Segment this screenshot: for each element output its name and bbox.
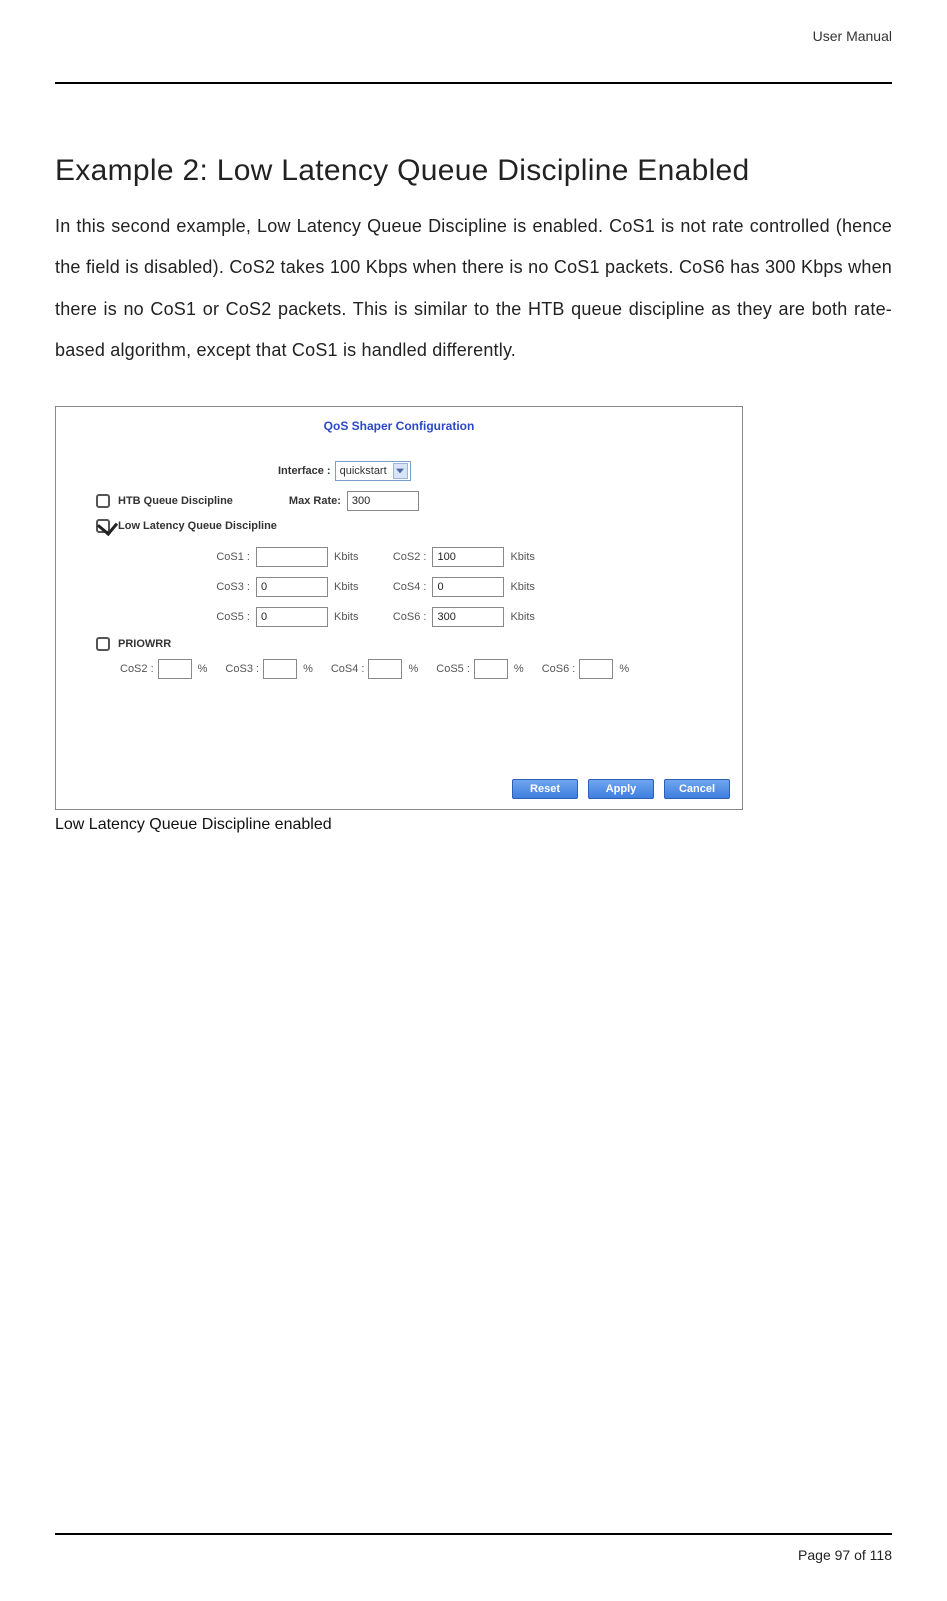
cos5-input[interactable]	[256, 607, 328, 627]
maxrate-input[interactable]	[347, 491, 419, 511]
cos4-label: CoS4 :	[376, 581, 426, 593]
htb-label: HTB Queue Discipline	[118, 495, 233, 507]
footer-total: 118	[870, 1547, 892, 1563]
prio-cos5-input[interactable]	[474, 659, 508, 679]
prio-cos6-input[interactable]	[579, 659, 613, 679]
reset-button[interactable]: Reset	[512, 779, 578, 799]
cos1-input[interactable]	[256, 547, 328, 567]
footer-prefix: Page	[798, 1547, 835, 1563]
figure-caption: Low Latency Queue Discipline enabled	[55, 816, 743, 834]
cos4-input[interactable]	[432, 577, 504, 597]
cos3-unit: Kbits	[334, 581, 358, 593]
interface-select[interactable]: quickstart	[335, 461, 411, 481]
cos1-unit: Kbits	[334, 551, 358, 563]
prio-cos4-unit: %	[408, 663, 418, 675]
interface-select-value: quickstart	[340, 465, 387, 477]
footer-mid: of	[850, 1547, 869, 1563]
prio-cos4-label: CoS4 :	[331, 663, 365, 675]
chevron-down-icon	[393, 463, 408, 479]
footer-current: 97	[835, 1547, 851, 1563]
cos6-input[interactable]	[432, 607, 504, 627]
cos-grid: CoS1 : Kbits CoS2 : Kbits CoS3 : Kbits C…	[68, 547, 730, 627]
section-title: Example 2: Low Latency Queue Discipline …	[55, 154, 892, 188]
priowrr-checkbox[interactable]	[96, 637, 110, 651]
cos5-label: CoS5 :	[200, 611, 250, 623]
cos3-label: CoS3 :	[200, 581, 250, 593]
prio-cos6-label: CoS6 :	[542, 663, 576, 675]
prio-cos3-unit: %	[303, 663, 313, 675]
cos6-unit: Kbits	[510, 611, 534, 623]
priowrr-label: PRIOWRR	[118, 638, 171, 650]
cancel-button[interactable]: Cancel	[664, 779, 730, 799]
figure-title: QoS Shaper Configuration	[68, 419, 730, 433]
prio-cos4-input[interactable]	[368, 659, 402, 679]
prio-cos5-label: CoS5 :	[436, 663, 470, 675]
low-latency-label: Low Latency Queue Discipline	[118, 520, 277, 532]
prio-cos2-input[interactable]	[158, 659, 192, 679]
cos5-unit: Kbits	[334, 611, 358, 623]
cos4-unit: Kbits	[510, 581, 534, 593]
cos2-label: CoS2 :	[376, 551, 426, 563]
priowrr-row: CoS2 : % CoS3 : % CoS4 : %	[68, 659, 730, 679]
cos2-unit: Kbits	[510, 551, 534, 563]
interface-label: Interface :	[278, 465, 331, 477]
cos6-label: CoS6 :	[376, 611, 426, 623]
prio-cos2-unit: %	[198, 663, 208, 675]
header-doc-title: User Manual	[813, 28, 892, 44]
qos-shaper-figure: QoS Shaper Configuration Interface : qui…	[55, 406, 743, 810]
prio-cos6-unit: %	[619, 663, 629, 675]
footer-rule	[55, 1533, 892, 1535]
htb-checkbox[interactable]	[96, 494, 110, 508]
prio-cos3-input[interactable]	[263, 659, 297, 679]
prio-cos5-unit: %	[514, 663, 524, 675]
section-body: In this second example, Low Latency Queu…	[55, 206, 892, 372]
footer-page-number: Page 97 of 118	[55, 1547, 892, 1563]
prio-cos2-label: CoS2 :	[120, 663, 154, 675]
apply-button[interactable]: Apply	[588, 779, 654, 799]
maxrate-label: Max Rate:	[289, 495, 341, 507]
cos1-label: CoS1 :	[200, 551, 250, 563]
low-latency-checkbox[interactable]	[96, 519, 110, 533]
cos3-input[interactable]	[256, 577, 328, 597]
cos2-input[interactable]	[432, 547, 504, 567]
prio-cos3-label: CoS3 :	[225, 663, 259, 675]
